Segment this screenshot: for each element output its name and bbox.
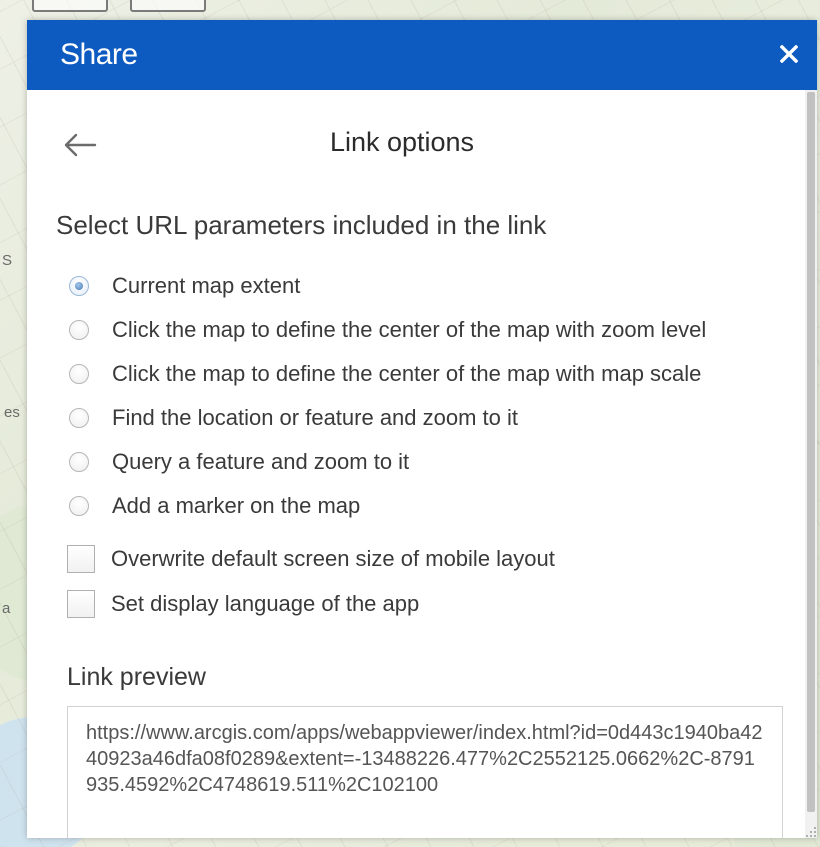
radio-button[interactable] [69,408,89,428]
radio-button[interactable] [69,496,89,516]
link-preview-textarea[interactable]: https://www.arcgis.com/apps/webappviewer… [67,706,783,838]
map-label: es [4,404,20,421]
radio-button[interactable] [69,452,89,472]
checkbox-option-mobile-layout[interactable]: Overwrite default screen size of mobile … [67,536,797,581]
dialog-title: Share [60,38,138,71]
radio-option-add-marker[interactable]: Add a marker on the map [67,484,797,528]
map-widget-button[interactable] [130,0,206,12]
radio-option-current-map-extent[interactable]: Current map extent [67,264,797,308]
checkbox[interactable] [67,589,95,618]
radio-label: Find the location or feature and zoom to… [112,405,519,430]
map-widget-button[interactable] [32,0,108,12]
link-options-title: Link options [329,127,475,157]
url-parameter-radio-group: Current map extent Click the map to defi… [67,264,797,528]
radio-option-find-location[interactable]: Find the location or feature and zoom to… [67,396,797,440]
scrollbar-thumb[interactable] [807,92,815,812]
close-icon [780,45,798,63]
map-label: a [2,600,11,617]
radio-option-query-feature[interactable]: Query a feature and zoom to it [67,440,797,484]
checkbox-option-display-language[interactable]: Set display language of the app [67,581,797,626]
radio-button[interactable] [69,364,89,384]
radio-option-center-map-scale[interactable]: Click the map to define the center of th… [67,352,797,396]
close-button[interactable] [773,38,805,70]
dialog-header: Share [27,20,817,90]
radio-button[interactable] [69,320,89,340]
map-label: S [2,252,13,269]
radio-label: Current map extent [112,273,301,298]
url-parameters-heading: Select URL parameters included in the li… [56,210,547,240]
radio-button[interactable] [69,276,89,296]
dialog-content: Link options Select URL parameters inclu… [27,90,805,838]
link-preview-heading: Link preview [67,663,206,691]
checkbox-label: Set display language of the app [111,590,420,616]
radio-option-center-zoom-level[interactable]: Click the map to define the center of th… [67,308,797,352]
share-dialog: Share Link options Select URL parameters… [27,20,817,838]
radio-label: Query a feature and zoom to it [112,449,410,474]
checkbox[interactable] [67,544,95,573]
dialog-scrollbar[interactable] [805,90,817,838]
checkbox-label: Overwrite default screen size of mobile … [111,545,555,571]
radio-label: Add a marker on the map [112,493,361,518]
resize-grip-icon[interactable] [803,824,817,838]
radio-label: Click the map to define the center of th… [112,317,707,342]
link-checkbox-group: Overwrite default screen size of mobile … [67,536,797,626]
radio-label: Click the map to define the center of th… [112,361,702,386]
